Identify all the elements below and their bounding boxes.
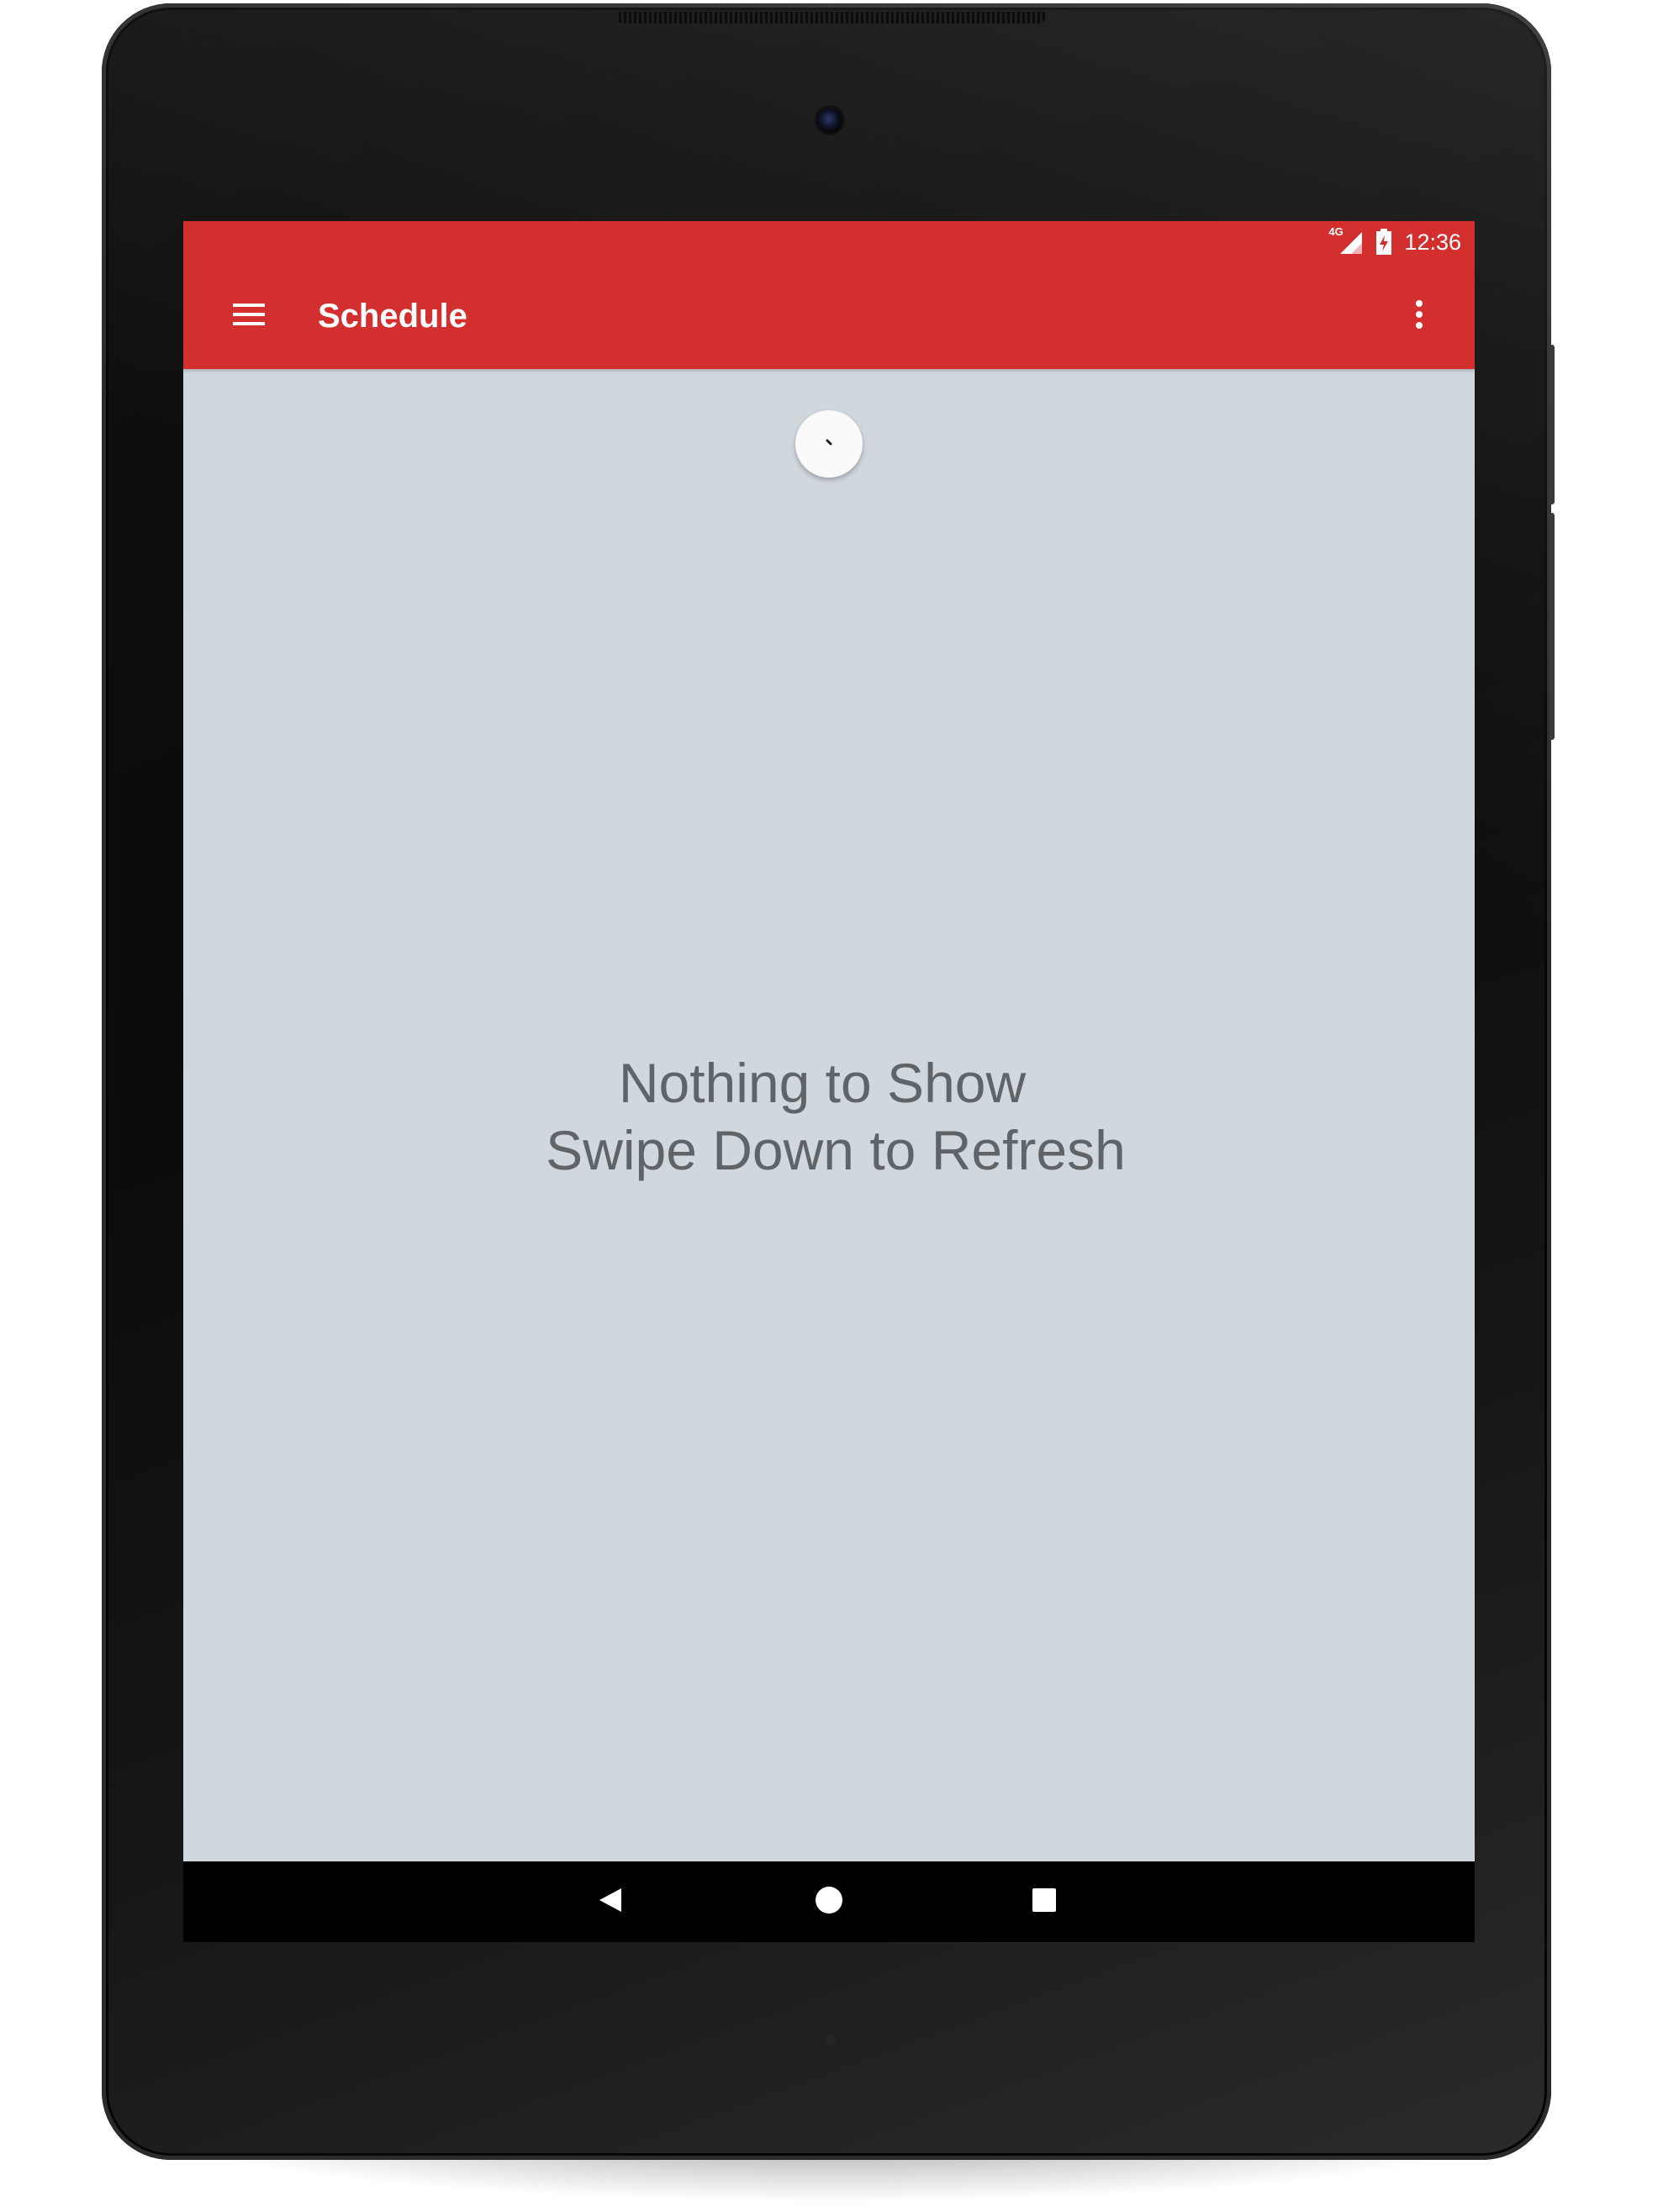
pull-to-refresh-indicator <box>795 410 863 478</box>
home-button[interactable] <box>797 1870 861 1934</box>
overflow-menu-button[interactable] <box>1387 284 1451 348</box>
status-time: 12:36 <box>1404 229 1461 255</box>
device-screen: 4G 12:36 Schedule Nothing to Show Swipe … <box>183 221 1475 1940</box>
status-bar: 4G 12:36 <box>183 221 1475 263</box>
empty-state-title: Nothing to Show <box>618 1052 1027 1114</box>
status-icons: 4G 12:36 <box>1328 221 1461 263</box>
back-button[interactable] <box>578 1870 642 1934</box>
power-button <box>1549 513 1555 740</box>
empty-state-hint: Swipe Down to Refresh <box>546 1119 1126 1181</box>
front-camera <box>817 108 842 133</box>
recents-button[interactable] <box>1012 1870 1076 1934</box>
cell-signal-icon: 4G <box>1328 225 1364 256</box>
page-title: Schedule <box>318 298 467 335</box>
network-type-label: 4G <box>1328 225 1344 238</box>
empty-state-message: Nothing to Show Swipe Down to Refresh <box>183 1049 1475 1184</box>
back-triangle-icon <box>598 1887 623 1918</box>
system-navigation-bar <box>183 1861 1475 1942</box>
hamburger-menu-icon <box>233 302 265 331</box>
volume-button <box>1549 345 1555 504</box>
speaker-grill <box>616 12 1045 24</box>
home-circle-icon <box>815 1886 843 1919</box>
battery-charging-icon <box>1375 229 1392 256</box>
pull-to-refresh-spinner-icon <box>821 434 837 455</box>
recents-square-icon <box>1032 1887 1057 1917</box>
bottom-sensor <box>826 2035 836 2045</box>
navigation-drawer-button[interactable] <box>217 284 281 348</box>
more-vert-icon <box>1415 299 1423 333</box>
app-toolbar: Schedule <box>183 263 1475 369</box>
